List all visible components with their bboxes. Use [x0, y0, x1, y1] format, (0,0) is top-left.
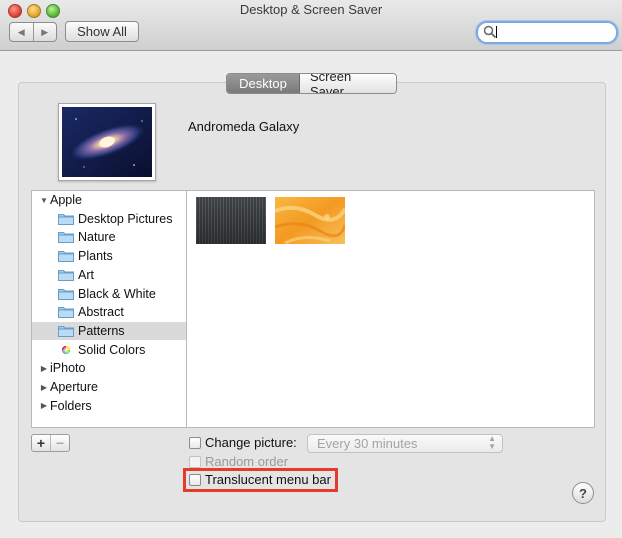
add-folder-button[interactable]: +	[32, 435, 50, 451]
search-icon	[483, 25, 497, 39]
source-group-label: iPhoto	[50, 361, 86, 376]
chevron-left-icon[interactable]: ◀	[10, 23, 34, 41]
folder-icon	[58, 288, 74, 300]
disclosure-closed-icon[interactable]: ▶	[40, 383, 48, 392]
source-item-label: Nature	[78, 230, 116, 245]
change-picture-checkbox[interactable]	[189, 437, 201, 449]
source-item-patterns[interactable]: Patterns	[32, 321, 187, 340]
translucent-menu-bar-label: Translucent menu bar	[205, 472, 331, 487]
source-group-apple[interactable]: ▼ Apple	[32, 191, 195, 209]
source-item-label: Patterns	[78, 323, 125, 338]
random-order-label: Random order	[205, 454, 289, 469]
wallpaper-grid	[186, 190, 595, 428]
disclosure-closed-icon[interactable]: ▶	[40, 401, 48, 410]
folder-icon	[58, 269, 74, 281]
random-order-checkbox[interactable]	[189, 456, 201, 468]
source-item-label: Art	[78, 267, 94, 282]
source-group-aperture[interactable]: ▶ Aperture	[32, 378, 195, 396]
toolbar: Desktop & Screen Saver ◀ ▶ Show All	[0, 0, 622, 51]
show-all-button[interactable]: Show All	[65, 21, 139, 42]
translucent-menu-bar-checkbox[interactable]	[189, 474, 201, 486]
chevron-right-icon[interactable]: ▶	[34, 23, 57, 41]
source-item-label: Solid Colors	[78, 342, 146, 357]
disclosure-closed-icon[interactable]: ▶	[40, 364, 48, 373]
source-list[interactable]: ▼ Apple Desktop Pictures Nature Plants A…	[31, 190, 187, 428]
preferences-window: Desktop & Screen Saver ◀ ▶ Show All Desk…	[0, 0, 622, 538]
source-group-label: Aperture	[50, 380, 98, 394]
folder-icon	[58, 213, 74, 225]
folder-icon	[58, 307, 74, 319]
wallpaper-name: Andromeda Galaxy	[188, 119, 300, 134]
folder-icon	[58, 325, 74, 337]
text-caret	[496, 26, 497, 38]
source-group-iphoto[interactable]: ▶ iPhoto	[32, 359, 195, 377]
change-picture-label: Change picture:	[205, 435, 297, 450]
source-item-label: Plants	[78, 249, 113, 264]
andromeda-galaxy-image	[62, 107, 152, 177]
back-forward-control: ◀ ▶	[9, 22, 57, 42]
search-input[interactable]	[476, 21, 618, 44]
source-group-label: Apple	[50, 193, 82, 207]
add-remove-control: + −	[31, 434, 70, 452]
tab-screen-saver[interactable]: Screen Saver	[300, 74, 396, 93]
change-interval-value: Every 30 minutes	[317, 436, 418, 451]
source-item-label: Desktop Pictures	[78, 211, 173, 226]
wallpaper-preview	[58, 103, 156, 181]
source-group-label: Folders	[50, 398, 92, 413]
window-title: Desktop & Screen Saver	[239, 2, 383, 17]
disclosure-open-icon[interactable]: ▼	[40, 196, 48, 205]
change-interval-select[interactable]: Every 30 minutes ▲ ▼	[307, 434, 503, 453]
source-item-label: Black & White	[78, 286, 156, 301]
popup-arrows-icon: ▲ ▼	[488, 434, 496, 451]
color-wheel-icon	[61, 345, 71, 354]
thumbnail-dark-stripes[interactable]	[196, 197, 266, 244]
folder-icon	[58, 232, 74, 244]
tab-desktop[interactable]: Desktop	[227, 74, 300, 93]
remove-folder-button[interactable]: −	[50, 435, 69, 451]
source-item-label: Abstract	[78, 305, 124, 320]
tab-bar: Desktop Screen Saver	[226, 73, 397, 94]
thumbnail-orange-texture[interactable]	[275, 197, 345, 244]
source-group-folders[interactable]: ▶ Folders	[32, 397, 195, 415]
folder-icon	[58, 251, 74, 263]
help-button[interactable]: ?	[572, 482, 594, 504]
